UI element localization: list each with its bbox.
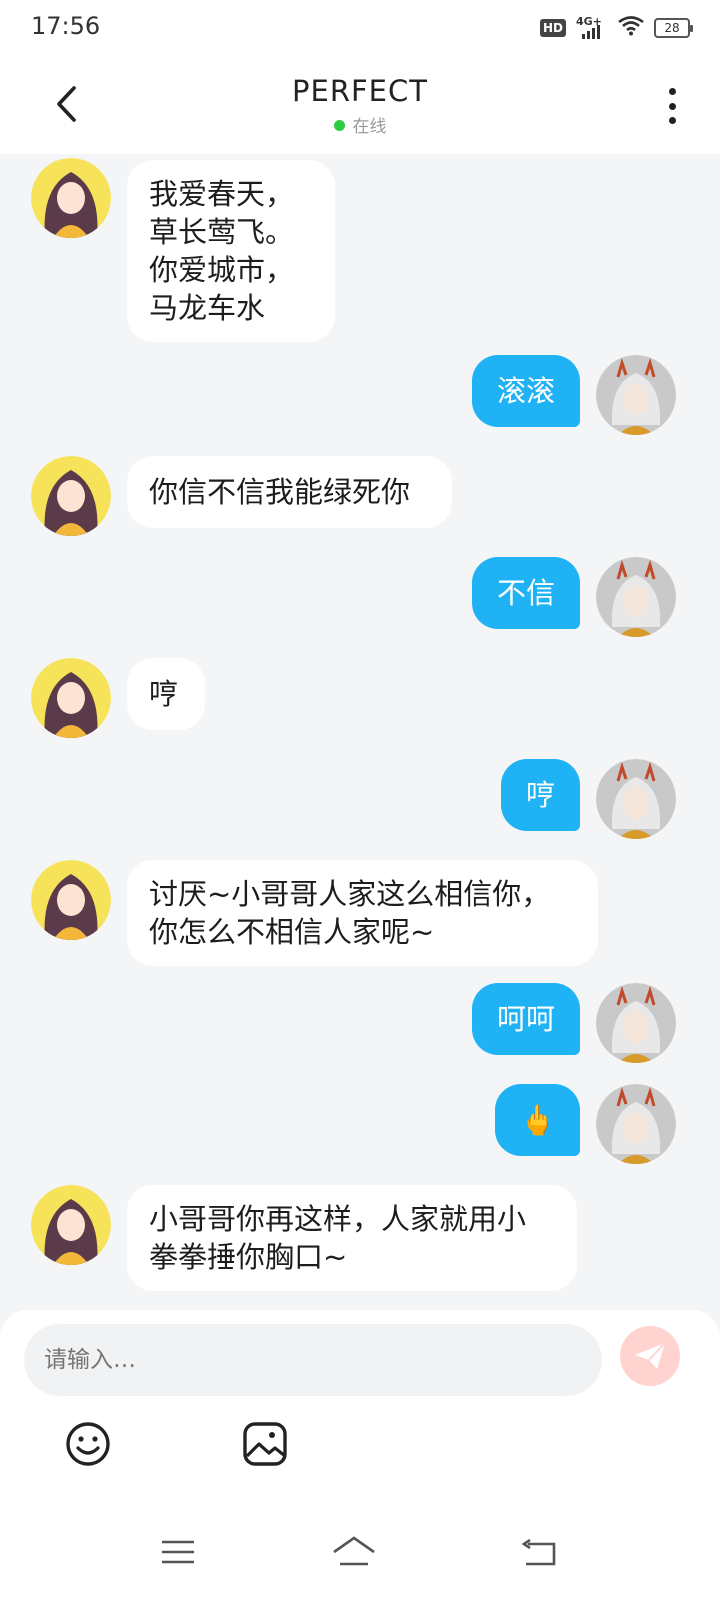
user-avatar[interactable]	[596, 355, 676, 435]
user-avatar[interactable]	[596, 1084, 676, 1164]
back-icon	[521, 1538, 556, 1566]
contact-avatar[interactable]	[31, 158, 111, 238]
message-bubble-received[interactable]: 讨厌~小哥哥人家这么相信你， 你怎么不相信人家呢~	[127, 860, 598, 966]
contact-avatar[interactable]	[31, 658, 111, 738]
hd-badge: HD	[539, 19, 566, 37]
message-bubble-sent[interactable]: 呵呵	[472, 983, 580, 1055]
menu-icon	[162, 1540, 194, 1564]
image-icon	[243, 1422, 287, 1466]
home-icon	[333, 1536, 375, 1566]
online-status-label: 在线	[352, 117, 387, 137]
composer	[0, 1310, 720, 1510]
contact-avatar[interactable]	[31, 1185, 111, 1265]
home-button[interactable]	[330, 1532, 378, 1572]
status-bar: 17:56 HD 4G+ 28	[0, 0, 720, 58]
message-bubble-sent-emoji[interactable]: 🖕	[495, 1084, 580, 1156]
more-options-button[interactable]	[662, 84, 682, 128]
message-bubble-sent[interactable]: 哼	[501, 759, 580, 831]
user-avatar[interactable]	[596, 759, 676, 839]
message-bubble-sent[interactable]: 滚滚	[472, 355, 580, 427]
chat-title: PERFECT	[292, 74, 428, 108]
message-bubble-received[interactable]: 哼	[127, 658, 205, 730]
battery-icon: 28	[654, 18, 693, 38]
chat-header: PERFECT 在线	[0, 58, 720, 154]
back-nav-button[interactable]	[518, 1532, 562, 1572]
menu-button[interactable]	[156, 1532, 200, 1572]
status-icons: HD 4G+ 28	[539, 15, 693, 40]
emoji-button[interactable]	[64, 1420, 112, 1468]
message-bubble-received[interactable]: 小哥哥你再这样，人家就用小 拳拳捶你胸口~	[127, 1185, 577, 1291]
online-status: 在线	[0, 112, 720, 137]
message-bubble-received[interactable]: 我爱春天， 草长莺飞。 你爱城市， 马龙车水	[127, 160, 335, 342]
system-nav-bar	[0, 1510, 720, 1600]
user-avatar[interactable]	[596, 557, 676, 637]
contact-avatar[interactable]	[31, 456, 111, 536]
message-list[interactable]: 我爱春天， 草长莺飞。 你爱城市， 马龙车水 滚滚 你信不信我能绿死你 不信 哼…	[0, 154, 720, 1310]
status-time: 17:56	[31, 12, 101, 40]
image-button[interactable]	[241, 1420, 289, 1468]
emoji-icon	[66, 1422, 110, 1466]
message-bubble-received[interactable]: 你信不信我能绿死你	[127, 456, 452, 528]
wifi-icon	[618, 16, 644, 40]
contact-avatar[interactable]	[31, 860, 111, 940]
send-icon	[635, 1342, 666, 1369]
user-avatar[interactable]	[596, 983, 676, 1063]
message-input[interactable]	[24, 1324, 602, 1396]
message-bubble-sent[interactable]: 不信	[472, 557, 580, 629]
cellular-signal-icon: 4G+	[576, 15, 608, 39]
online-dot	[333, 120, 345, 131]
send-button[interactable]	[620, 1326, 680, 1386]
